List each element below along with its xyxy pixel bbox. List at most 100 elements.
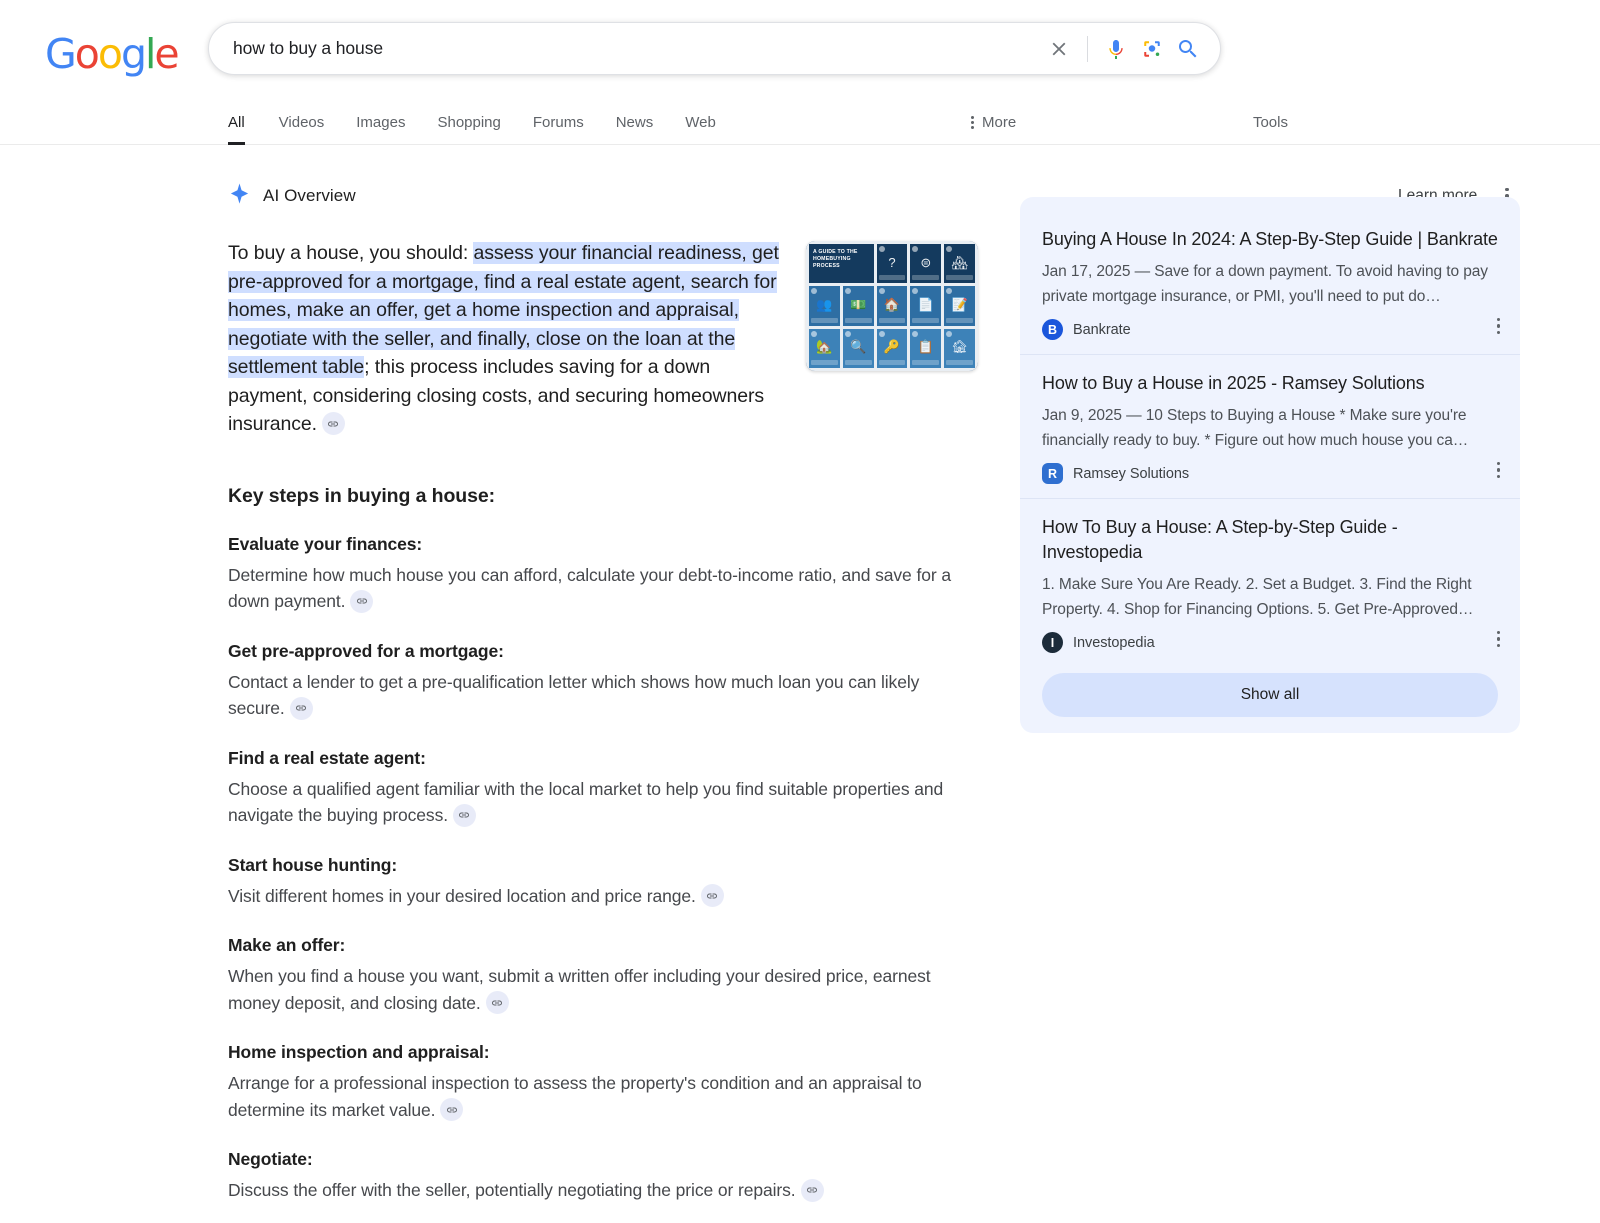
ai-overview-paragraph: To buy a house, you should: assess your … [228,239,790,439]
key-step-body: Discuss the offer with the seller, poten… [228,1177,973,1204]
close-icon[interactable] [1041,31,1077,67]
source-title[interactable]: How To Buy a House: A Step-by-Step Guide… [1042,515,1498,565]
infographic-tile: ⊜ [910,244,942,284]
infographic-tile: 🏘 [944,244,975,284]
paragraph-lead: To buy a house, you should: [228,242,474,264]
tab-news[interactable]: News [600,99,670,145]
citation-link-icon[interactable] [800,1178,824,1202]
infographic-tile: 📝 [944,286,975,326]
logo-letter: g [120,30,147,78]
key-step-heading: Negotiate: [228,1149,313,1169]
citation-link-icon[interactable] [321,412,345,436]
source-snippet: Jan 9, 2025 — 10 Steps to Buying a House… [1042,407,1469,449]
google-logo[interactable]: Google [45,22,180,78]
search-bar[interactable] [208,22,1221,75]
source-overflow-menu-icon[interactable] [1493,458,1505,483]
microphone-icon[interactable] [1098,31,1134,67]
key-step: Evaluate your finances: Determine how muc… [228,534,973,615]
citation-link-icon[interactable] [452,803,476,827]
logo-letter: o [74,30,100,78]
source-card[interactable]: How To Buy a House: A Step-by-Step Guide… [1020,498,1520,667]
source-footer: I Investopedia [1042,632,1498,653]
infographic-tile: 🔑 [876,328,908,368]
page-header: Google [0,0,1600,99]
search-input[interactable] [233,38,1041,59]
tab-shopping[interactable]: Shopping [421,99,516,145]
source-title[interactable]: Buying A House In 2024: A Step-By-Step G… [1042,227,1498,252]
source-footer: B Bankrate [1042,319,1498,340]
show-all-button[interactable]: Show all [1042,673,1498,717]
key-step: Home inspection and appraisal: Arrange fo… [228,1042,973,1123]
google-lens-icon[interactable] [1134,31,1170,67]
ai-overview-column: AI Overview Learn more To buy a house, y… [228,181,1509,1223]
citation-link-icon[interactable] [440,1098,464,1122]
more-dots-icon [971,115,974,129]
key-step: Make an offer: When you find a house you … [228,935,973,1016]
key-step-text: Choose a qualified agent familiar with t… [228,778,944,826]
key-step-body: Choose a qualified agent familiar with t… [228,776,973,829]
source-footer: R Ramsey Solutions [1042,463,1498,484]
show-all-container: Show all [1020,667,1520,719]
logo-letter: G [45,30,77,78]
key-step-text: When you find a house you want, submit a… [228,966,931,1013]
source-snippet: Jan 17, 2025 — Save for a down payment. … [1042,263,1488,305]
infographic-tile: ? [876,244,908,284]
source-overflow-menu-icon[interactable] [1493,314,1505,339]
tab-videos[interactable]: Videos [263,99,341,145]
ai-sparkle-icon [228,182,251,210]
source-title[interactable]: How to Buy a House in 2025 - Ramsey Solu… [1042,371,1498,396]
key-step-text: Discuss the offer with the seller, poten… [228,1180,796,1200]
key-step-text: Visit different homes in your desired lo… [228,885,696,906]
logo-letter: o [97,30,123,78]
source-card[interactable]: How to Buy a House in 2025 - Ramsey Solu… [1020,354,1520,498]
infographic-tile: 📋 [910,328,942,368]
infographic-tile: 🔍 [842,328,874,368]
source-favicon-icon: I [1042,632,1063,653]
tab-images[interactable]: Images [340,99,421,145]
citation-link-icon[interactable] [350,589,374,613]
key-step-heading: Get pre-approved for a mortgage: [228,640,504,661]
key-step-body: Determine how much house you can afford,… [228,562,973,615]
key-step: Find a real estate agent: Choose a qualif… [228,748,973,829]
key-step-body: When you find a house you want, submit a… [228,963,973,1016]
key-step-heading: Home inspection and appraisal: [228,1042,490,1062]
key-step-body: Contact a lender to get a pre-qualificat… [228,669,973,722]
logo-letter: e [154,30,179,78]
search-icon[interactable] [1170,31,1206,67]
source-site-name: Ramsey Solutions [1073,465,1190,482]
source-site-name: Investopedia [1073,634,1155,651]
tools-label: Tools [1252,113,1288,131]
tab-web[interactable]: Web [669,99,732,145]
citation-link-icon[interactable] [485,991,509,1015]
sources-panel: Buying A House In 2024: A Step-By-Step G… [1020,197,1520,733]
logo-letter: l [145,30,156,78]
key-step-heading: Make an offer: [228,935,346,955]
tab-more[interactable]: More [957,99,1032,145]
key-step-text: Determine how much house you can afford,… [228,564,951,612]
tab-forums[interactable]: Forums [517,99,600,145]
ai-overview-header: AI Overview Learn more [228,181,1509,211]
homebuying-infographic-thumbnail[interactable]: A GUIDE TO THE HOMEBUYING PROCESS ? ⊜ 🏘 … [806,241,978,371]
search-filter-tabs: All Videos Images Shopping Forums News Web Mor… [0,99,1600,145]
key-step-heading: Start house hunting: [228,854,398,875]
source-overflow-menu-icon[interactable] [1493,627,1505,652]
key-step-text: Arrange for a professional inspection to… [228,1073,922,1120]
tools-button[interactable]: Tools [1253,99,1288,145]
key-step-heading: Evaluate your finances: [228,533,423,554]
infographic-tile: 🏠 [876,286,908,326]
tab-all[interactable]: All [228,99,263,145]
source-card[interactable]: Buying A House In 2024: A Step-By-Step G… [1020,211,1520,354]
citation-link-icon[interactable] [700,884,724,908]
infographic-tile: 📄 [910,286,942,326]
key-steps-list: Evaluate your finances: Determine how muc… [228,534,1018,1223]
citation-link-icon[interactable] [289,696,313,720]
infographic-tile-grid: A GUIDE TO THE HOMEBUYING PROCESS ? ⊜ 🏘 … [806,241,978,371]
key-step: Get pre-approved for a mortgage: Contact … [228,641,973,722]
ai-overview-summary: To buy a house, you should: assess your … [228,239,1018,439]
source-favicon-icon: B [1042,319,1063,340]
infographic-tile: 💵 [842,286,874,326]
infographic-title-tile: A GUIDE TO THE HOMEBUYING PROCESS [809,244,874,284]
tab-more-label: More [982,113,1017,131]
source-favicon-icon: R [1042,463,1063,484]
infographic-title-text: A GUIDE TO THE HOMEBUYING PROCESS [813,249,858,269]
